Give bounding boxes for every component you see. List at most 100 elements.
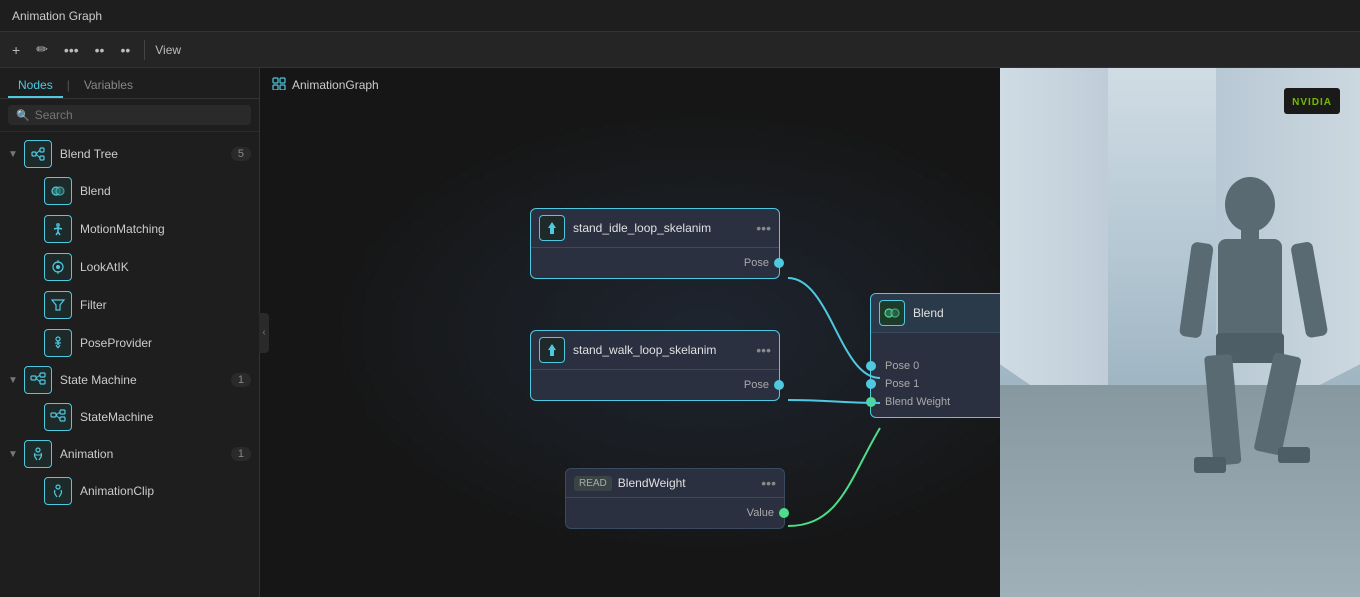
port-dot-walk-pose-out[interactable] xyxy=(774,380,784,390)
left-panel: Nodes | Variables 🔍 ▼ xyxy=(0,68,260,597)
toolbar-divider xyxy=(144,40,145,60)
blend-label: Blend xyxy=(80,184,111,198)
breadcrumb-text: AnimationGraph xyxy=(292,78,379,92)
blend-tree-label: Blend Tree xyxy=(60,147,231,161)
port-walk-pose-out: Pose xyxy=(531,376,779,394)
figure-torso xyxy=(1218,239,1282,339)
search-input[interactable] xyxy=(35,108,243,122)
nvidia-logo: NVIDIA xyxy=(1284,88,1340,114)
state-machine-label: State Machine xyxy=(60,373,231,387)
node-item-animation-clip[interactable]: AnimationClip xyxy=(0,472,259,510)
pose-provider-label: PoseProvider xyxy=(80,336,152,350)
node-stand-walk-icon xyxy=(539,337,565,363)
node-item-pose-provider[interactable]: PoseProvider xyxy=(0,324,259,362)
motion-matching-icon xyxy=(44,215,72,243)
main-area: Nodes | Variables 🔍 ▼ xyxy=(0,68,1360,597)
more1-button[interactable]: ••• xyxy=(60,40,83,60)
port-dot-pose1-in[interactable] xyxy=(866,379,876,389)
node-stand-walk-menu[interactable]: ••• xyxy=(756,342,771,358)
look-at-ik-label: LookAtIK xyxy=(80,260,129,274)
node-item-blend[interactable]: Blend xyxy=(0,172,259,210)
node-item-motion-matching[interactable]: MotionMatching xyxy=(0,210,259,248)
node-stand-walk-body: Pose xyxy=(531,370,779,400)
panel-tabs: Nodes | Variables xyxy=(0,68,259,99)
animation-clip-label: AnimationClip xyxy=(80,484,154,498)
animation-arrow: ▼ xyxy=(8,449,18,460)
filter-icon xyxy=(44,291,72,319)
node-blend[interactable]: Blend ••• Pose Pose 0 Pose 1 xyxy=(870,293,1000,418)
search-icon: 🔍 xyxy=(16,109,30,122)
node-blend-weight[interactable]: READ BlendWeight ••• Value xyxy=(565,468,785,529)
more3-button[interactable]: •• xyxy=(116,40,134,60)
animation-clip-icon xyxy=(44,477,72,505)
add-button[interactable]: + xyxy=(8,40,24,60)
more2-button[interactable]: •• xyxy=(91,40,109,60)
pen-button[interactable]: ✏ xyxy=(32,39,52,60)
filter-label: Filter xyxy=(80,298,107,312)
state-machine-arrow: ▼ xyxy=(8,375,18,386)
node-item-state-machine[interactable]: StateMachine xyxy=(0,398,259,436)
animation-icon xyxy=(24,440,52,468)
node-blend-title: Blend xyxy=(913,306,1000,320)
state-machine-icon xyxy=(24,366,52,394)
blend-tree-arrow: ▼ xyxy=(8,149,18,160)
node-stand-idle[interactable]: stand_idle_loop_skelanim ••• Pose xyxy=(530,208,780,279)
node-blend-header: Blend ••• xyxy=(871,294,1000,333)
node-item-filter[interactable]: Filter xyxy=(0,286,259,324)
animation-count: 1 xyxy=(231,447,251,461)
port-dot-pose-out[interactable] xyxy=(774,258,784,268)
port-dot-blend-weight-in[interactable] xyxy=(866,397,876,407)
port-value-out: Value xyxy=(566,504,784,522)
look-at-ik-icon xyxy=(44,253,72,281)
blend-tree-count: 5 xyxy=(231,147,251,161)
state-machine-item-label: StateMachine xyxy=(80,410,153,424)
figure-arm-left xyxy=(1179,241,1214,338)
port-pose1-in: Pose 1 xyxy=(871,375,1000,393)
view-button[interactable]: View xyxy=(155,43,181,57)
port-blend-pose-out: Pose xyxy=(871,339,1000,357)
node-stand-idle-title: stand_idle_loop_skelanim xyxy=(573,221,756,235)
figure-leg-left xyxy=(1204,354,1241,466)
figure-head xyxy=(1225,177,1275,232)
tab-nodes[interactable]: Nodes xyxy=(8,74,63,98)
node-blend-weight-menu[interactable]: ••• xyxy=(761,475,776,491)
graph-area[interactable]: AnimationGraph stand_idle_loop_skelanim xyxy=(260,68,1000,597)
animation-label: Animation xyxy=(60,447,231,461)
port-dot-value-out[interactable] xyxy=(779,508,789,518)
motion-matching-label: MotionMatching xyxy=(80,222,165,236)
preview-panel: NVIDIA xyxy=(1000,68,1360,597)
section-animation[interactable]: ▼ Animation 1 xyxy=(0,436,259,472)
node-stand-idle-icon xyxy=(539,215,565,241)
node-blend-weight-header: READ BlendWeight ••• xyxy=(566,469,784,498)
title-bar: Animation Graph xyxy=(0,0,1360,32)
breadcrumb-icon xyxy=(272,76,286,93)
search-bar: 🔍 xyxy=(0,99,259,132)
state-machine-count: 1 xyxy=(231,373,251,387)
port-blend-weight-in: Blend Weight xyxy=(871,393,1000,411)
node-list: ▼ Blend Tree 5 xyxy=(0,132,259,597)
node-stand-walk[interactable]: stand_walk_loop_skelanim ••• Pose xyxy=(530,330,780,401)
node-stand-idle-menu[interactable]: ••• xyxy=(756,220,771,236)
toolbar: + ✏ ••• •• •• View xyxy=(0,32,1360,68)
node-blend-weight-body: Value xyxy=(566,498,784,528)
tab-sep: | xyxy=(67,78,70,98)
figure-foot-left xyxy=(1194,457,1226,473)
figure-foot-right xyxy=(1278,447,1310,463)
node-item-look-at-ik[interactable]: LookAtIK xyxy=(0,248,259,286)
search-input-wrap: 🔍 xyxy=(8,105,251,125)
read-badge: READ xyxy=(574,476,612,491)
pose-provider-icon xyxy=(44,329,72,357)
nvidia-text: NVIDIA xyxy=(1292,97,1332,108)
port-pose0-in: Pose 0 xyxy=(871,357,1000,375)
figure-3d xyxy=(1180,177,1320,557)
panel-collapse-handle[interactable]: ‹ xyxy=(259,313,269,353)
node-stand-idle-header: stand_idle_loop_skelanim ••• xyxy=(531,209,779,248)
tab-variables[interactable]: Variables xyxy=(74,74,143,98)
blend-icon xyxy=(44,177,72,205)
section-state-machine[interactable]: ▼ State Machine 1 xyxy=(0,362,259,398)
title-bar-text: Animation Graph xyxy=(12,9,102,23)
state-machine-item-icon xyxy=(44,403,72,431)
figure-leg-right xyxy=(1254,352,1302,456)
port-dot-pose0-in[interactable] xyxy=(866,361,876,371)
section-blend-tree[interactable]: ▼ Blend Tree 5 xyxy=(0,136,259,172)
